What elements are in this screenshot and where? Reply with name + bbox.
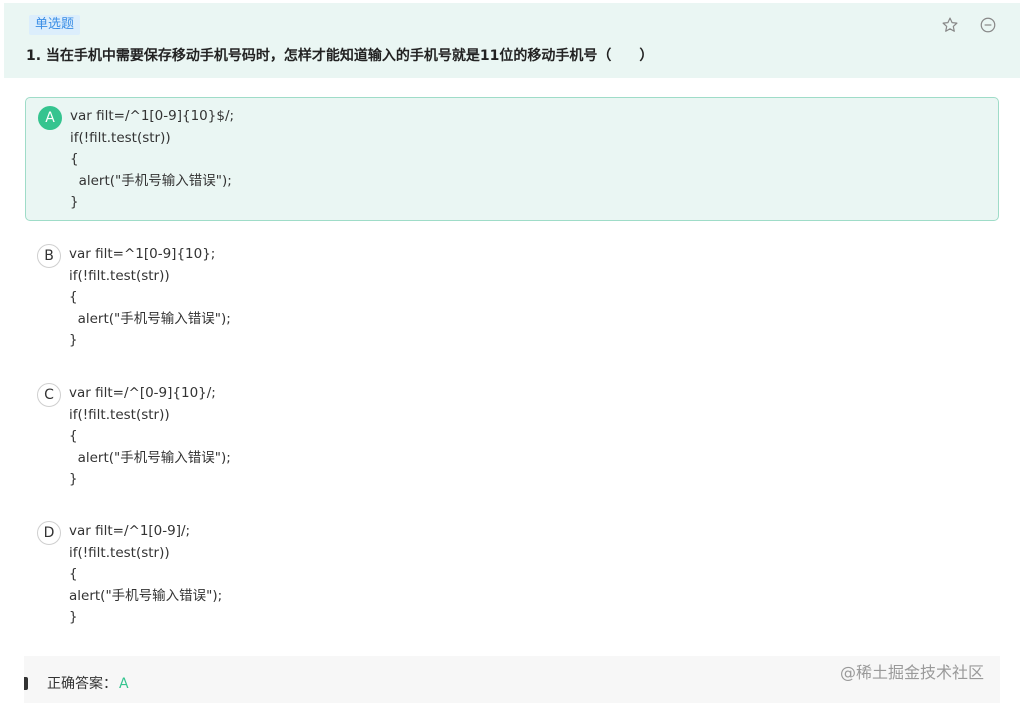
question-header: 单选题 1. 当在手机中需要保存移动手机号码时，怎样才能知道输入的手机号就是11… (4, 3, 1020, 78)
code-line: } (69, 332, 78, 348)
answer-marker (24, 677, 28, 690)
code-line: { (70, 151, 79, 167)
code-line: alert("手机号输入错误"); (70, 172, 232, 189)
code-line: alert("手机号输入错误"); (69, 449, 231, 466)
code-line: { (69, 428, 78, 444)
code-line: { (69, 289, 78, 305)
star-icon[interactable] (941, 16, 959, 34)
option-code: var filt=/^1[0-9]{10}$/; if(!filt.test(s… (70, 106, 234, 214)
option-d[interactable]: D var filt=/^1[0-9]/; if(!filt.test(str)… (25, 513, 999, 637)
code-line: var filt=/^1[0-9]/; (69, 523, 191, 539)
question-text: 1. 当在手机中需要保存移动手机号码时，怎样才能知道输入的手机号就是11位的移动… (26, 48, 654, 64)
code-line: } (69, 609, 78, 625)
code-line: { (69, 566, 78, 582)
code-line: } (70, 194, 79, 210)
minus-circle-icon[interactable] (979, 16, 997, 34)
code-line: var filt=/^1[0-9]{10}$/; (70, 108, 235, 124)
option-code: var filt=^1[0-9]{10}; if(!filt.test(str)… (69, 244, 231, 352)
code-line: } (69, 471, 78, 487)
option-code: var filt=/^[0-9]{10}/; if(!filt.test(str… (69, 383, 231, 491)
option-letter: C (37, 383, 61, 407)
code-line: alert("手机号输入错误"); (69, 587, 223, 604)
code-line: if(!filt.test(str)) (69, 406, 170, 423)
code-line: var filt=^1[0-9]{10}; (69, 246, 216, 262)
option-letter: A (38, 106, 62, 130)
option-code: var filt=/^1[0-9]/; if(!filt.test(str)) … (69, 521, 222, 629)
answer-value: A (119, 676, 129, 692)
question-type-badge: 单选题 (29, 15, 81, 35)
option-b[interactable]: B var filt=^1[0-9]{10}; if(!filt.test(st… (25, 236, 999, 360)
code-line: if(!filt.test(str)) (70, 129, 171, 146)
code-line: if(!filt.test(str)) (69, 544, 170, 561)
code-line: alert("手机号输入错误"); (69, 310, 231, 327)
answer-label: 正确答案： (47, 676, 117, 692)
option-letter: B (37, 244, 61, 268)
option-a[interactable]: A var filt=/^1[0-9]{10}$/; if(!filt.test… (25, 97, 999, 221)
option-letter: D (37, 521, 61, 545)
watermark: @稀土掘金技术社区 (840, 663, 985, 682)
code-line: if(!filt.test(str)) (69, 267, 170, 284)
quiz-page: 单选题 1. 当在手机中需要保存移动手机号码时，怎样才能知道输入的手机号就是11… (0, 0, 1022, 703)
code-line: var filt=/^[0-9]{10}/; (69, 385, 216, 401)
option-c[interactable]: C var filt=/^[0-9]{10}/; if(!filt.test(s… (25, 375, 999, 499)
